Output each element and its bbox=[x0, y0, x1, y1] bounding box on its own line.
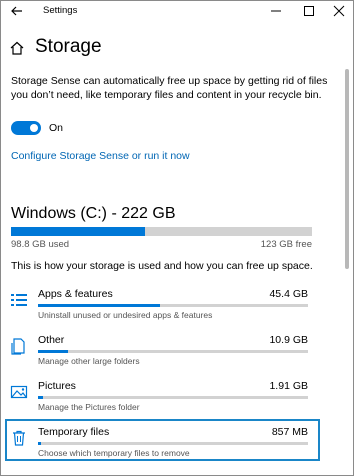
close-icon[interactable] bbox=[328, 2, 350, 20]
window-title: Settings bbox=[43, 5, 78, 16]
document-folder-icon bbox=[11, 338, 25, 355]
category-name: Other bbox=[38, 334, 65, 346]
title-bar: Settings bbox=[0, 0, 354, 23]
page-title: Storage bbox=[35, 36, 102, 57]
scrollbar-thumb[interactable] bbox=[345, 69, 349, 269]
category-usage-fill bbox=[38, 304, 160, 307]
category-size: 1.91 GB bbox=[269, 380, 308, 392]
configure-storage-sense-link[interactable]: Configure Storage Sense or run it now bbox=[11, 150, 190, 162]
storage-sense-description: Storage Sense can automatically free up … bbox=[11, 75, 328, 101]
category-name: Apps & features bbox=[38, 288, 113, 300]
toggle-knob bbox=[30, 124, 38, 132]
category-pictures[interactable]: Pictures 1.91 GB Manage the Pictures fol… bbox=[0, 377, 354, 417]
category-usage-fill bbox=[38, 350, 68, 353]
category-size: 45.4 GB bbox=[269, 288, 308, 300]
category-subtitle: Uninstall unused or undesired apps & fea… bbox=[38, 310, 213, 320]
drive-usage-fill bbox=[11, 227, 145, 236]
home-icon bbox=[10, 41, 24, 55]
category-apps-features[interactable]: Apps & features 45.4 GB Uninstall unused… bbox=[0, 285, 354, 325]
minimize-icon[interactable] bbox=[265, 2, 287, 20]
back-arrow-icon[interactable] bbox=[9, 3, 25, 19]
drive-used-label: 98.8 GB used bbox=[11, 239, 70, 250]
usage-intro: This is how your storage is used and how… bbox=[11, 260, 313, 272]
drive-title: Windows (C:) - 222 GB bbox=[11, 205, 176, 222]
category-subtitle: Manage the Pictures folder bbox=[38, 402, 140, 412]
category-usage-fill bbox=[38, 396, 44, 399]
maximize-icon[interactable] bbox=[298, 2, 320, 20]
toggle-state-label: On bbox=[49, 122, 64, 134]
drive-free-label: 123 GB free bbox=[260, 239, 312, 250]
category-usage-bar bbox=[38, 304, 308, 307]
picture-icon bbox=[10, 385, 28, 399]
category-usage-bar bbox=[38, 350, 308, 353]
apps-list-icon bbox=[11, 294, 27, 306]
category-subtitle: Manage other large folders bbox=[38, 356, 140, 366]
category-usage-bar bbox=[38, 396, 308, 399]
category-name: Pictures bbox=[38, 380, 76, 392]
storage-sense-toggle[interactable] bbox=[11, 121, 41, 135]
drive-usage-bar bbox=[11, 227, 312, 236]
selected-category-highlight bbox=[5, 419, 320, 461]
category-other[interactable]: Other 10.9 GB Manage other large folders bbox=[0, 331, 354, 371]
category-size: 10.9 GB bbox=[269, 334, 308, 346]
